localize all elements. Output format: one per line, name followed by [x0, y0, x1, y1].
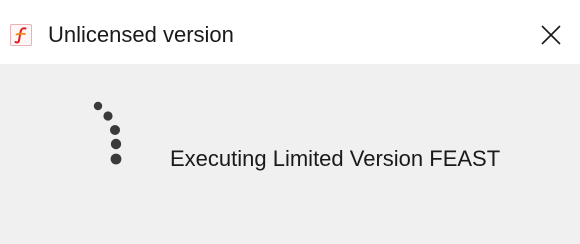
- feast-app-icon: [10, 24, 32, 46]
- close-button[interactable]: [534, 18, 568, 52]
- window-title: Unlicensed version: [48, 22, 234, 47]
- close-icon: [541, 25, 561, 45]
- dialog-content: Executing Limited Version FEAST: [0, 64, 580, 244]
- loading-spinner-icon: [88, 98, 132, 168]
- status-message: Executing Limited Version FEAST: [170, 146, 501, 171]
- title-bar[interactable]: Unlicensed version: [0, 0, 580, 64]
- dialog-window: Unlicensed version Executing Limited Ver…: [0, 0, 580, 244]
